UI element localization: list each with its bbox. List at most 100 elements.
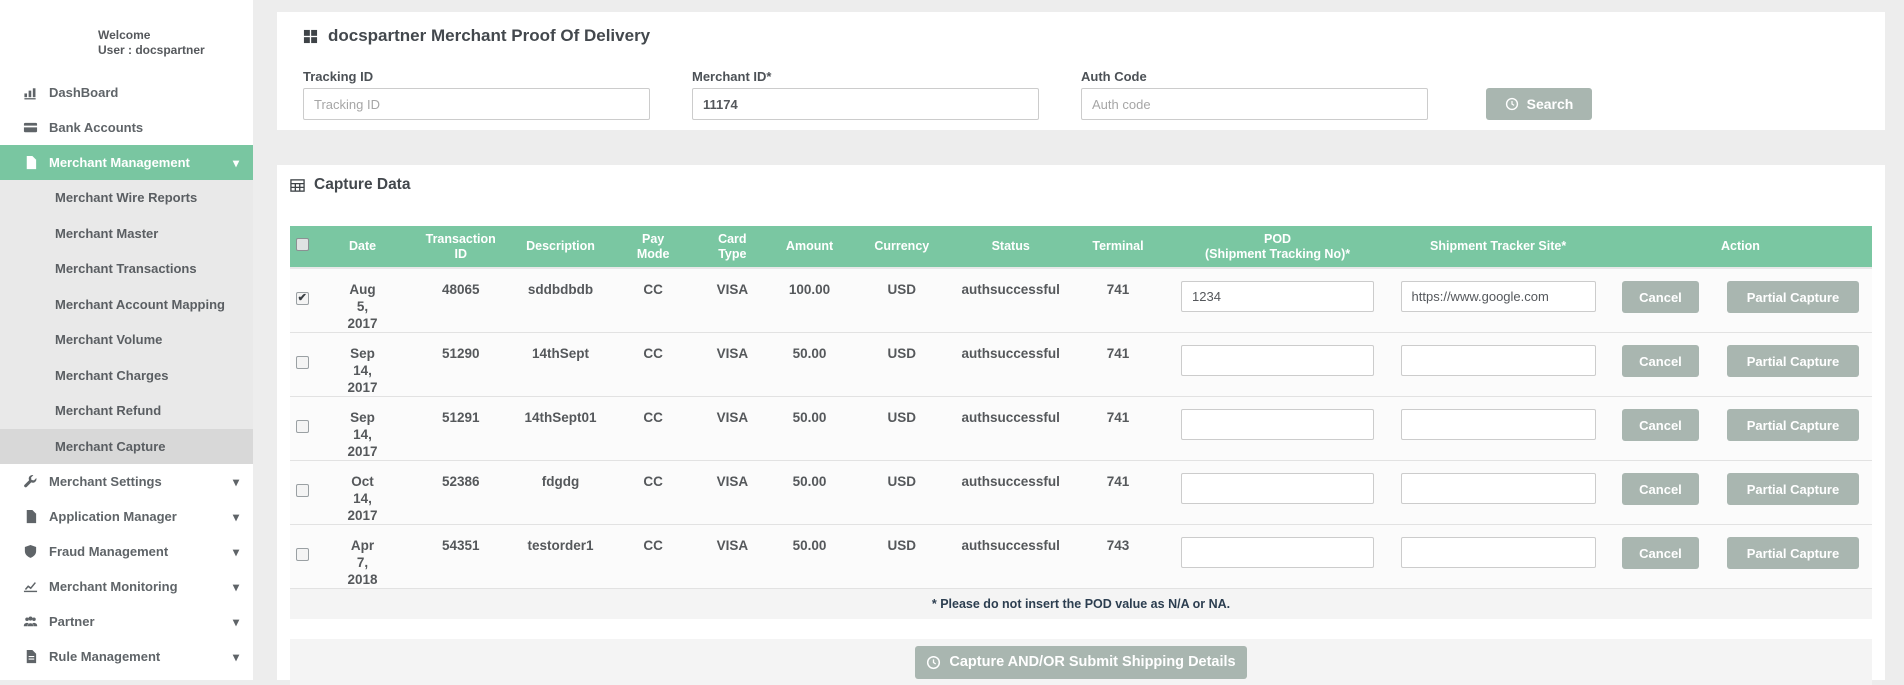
cell-status: authsuccessful	[953, 397, 1068, 461]
credit-card-icon	[22, 120, 38, 136]
sidebar-item-dashboard[interactable]: DashBoard	[0, 75, 253, 110]
welcome-user: User : docspartner	[98, 43, 253, 58]
tracker-input[interactable]	[1401, 409, 1596, 440]
partial-capture-button[interactable]: Partial Capture	[1727, 345, 1859, 377]
line-chart-icon	[22, 579, 38, 595]
cell-transaction-id: 51291	[411, 397, 511, 461]
cancel-button[interactable]: Cancel	[1622, 537, 1699, 569]
row-checkbox[interactable]	[296, 484, 309, 497]
sidebar-subitem-merchant-transactions[interactable]: Merchant Transactions	[0, 251, 253, 287]
partial-capture-button[interactable]: Partial Capture	[1727, 281, 1859, 313]
shield-icon	[22, 544, 38, 560]
merchant-management-submenu: Merchant Wire ReportsMerchant MasterMerc…	[0, 180, 253, 464]
clock-icon	[926, 655, 941, 670]
cell-description: fdgdg	[511, 461, 611, 525]
cell-card-type: VISA	[696, 333, 769, 397]
search-button[interactable]: Search	[1486, 88, 1592, 120]
tracker-input[interactable]	[1401, 537, 1596, 568]
cell-pay-mode: CC	[610, 397, 696, 461]
cell-card-type: VISA	[696, 397, 769, 461]
auth-code-input[interactable]	[1081, 88, 1428, 120]
sidebar-item-merchant-monitoring[interactable]: Merchant Monitoring ▾	[0, 569, 253, 604]
sidebar-item-bank-accounts[interactable]: Bank Accounts	[0, 110, 253, 145]
th-large-icon	[303, 29, 318, 44]
cell-date: Apr7,2018	[314, 525, 411, 589]
sidebar-item-label: Merchant Management	[49, 155, 190, 170]
table-row: Apr7,201854351testorder1CCVISA50.00USDau…	[290, 525, 1872, 589]
cell-pay-mode: CC	[610, 525, 696, 589]
pod-input[interactable]	[1181, 473, 1374, 504]
col-header-terminal: Terminal	[1068, 226, 1168, 268]
submit-row: Capture AND/OR Submit Shipping Details	[290, 639, 1872, 685]
cell-terminal: 741	[1068, 461, 1168, 525]
sidebar-subitem-merchant-volume[interactable]: Merchant Volume	[0, 322, 253, 358]
capture-submit-button[interactable]: Capture AND/OR Submit Shipping Details	[915, 646, 1247, 679]
cell-date: Aug5,2017	[314, 268, 411, 333]
row-checkbox[interactable]	[296, 292, 309, 305]
sidebar-item-rule-management[interactable]: Rule Management▾	[0, 639, 253, 674]
select-all-checkbox[interactable]	[296, 238, 309, 251]
merchant-id-field: Merchant ID*	[692, 69, 1081, 120]
cancel-button[interactable]: Cancel	[1622, 473, 1699, 505]
tracker-input[interactable]	[1401, 281, 1596, 312]
cell-status: authsuccessful	[953, 525, 1068, 589]
sidebar-subitem-merchant-master[interactable]: Merchant Master	[0, 216, 253, 252]
cell-transaction-id: 51290	[411, 333, 511, 397]
col-header-shipment-tracker-site: Shipment Tracker Site*	[1387, 226, 1609, 268]
tracking-id-input[interactable]	[303, 88, 650, 120]
col-header-card-type: CardType	[696, 226, 769, 268]
sidebar-subitem-merchant-account-mapping[interactable]: Merchant Account Mapping	[0, 287, 253, 323]
proof-of-delivery-panel: docspartner Merchant Proof Of Delivery T…	[277, 12, 1885, 130]
cell-currency: USD	[850, 333, 953, 397]
cell-card-type: VISA	[696, 525, 769, 589]
merchant-id-input[interactable]	[692, 88, 1039, 120]
cell-card-type: VISA	[696, 461, 769, 525]
cell-terminal: 741	[1068, 397, 1168, 461]
cell-transaction-id: 54351	[411, 525, 511, 589]
wrench-icon	[22, 474, 38, 490]
chevron-down-icon: ▾	[233, 475, 239, 489]
cancel-button[interactable]: Cancel	[1622, 409, 1699, 441]
partial-capture-button[interactable]: Partial Capture	[1727, 537, 1859, 569]
cancel-button[interactable]: Cancel	[1622, 281, 1699, 313]
capture-table-body: Aug5,201748065sddbdbdbCCVISA100.00USDaut…	[290, 268, 1872, 589]
cell-date: Sep14,2017	[314, 397, 411, 461]
partial-capture-button[interactable]: Partial Capture	[1727, 473, 1859, 505]
sidebar-subitem-merchant-wire-reports[interactable]: Merchant Wire Reports	[0, 180, 253, 216]
row-checkbox[interactable]	[296, 420, 309, 433]
sidebar-item-merchant-management[interactable]: Merchant Management▾	[0, 145, 253, 180]
sidebar-item-fraud-management[interactable]: Fraud Management▾	[0, 534, 253, 569]
cell-date: Oct14,2017	[314, 461, 411, 525]
cancel-button[interactable]: Cancel	[1622, 345, 1699, 377]
file-icon	[22, 509, 38, 525]
sidebar-item-partner[interactable]: Partner▾	[0, 604, 253, 639]
sidebar-item-application-manager[interactable]: Application Manager▾	[0, 499, 253, 534]
users-icon	[22, 614, 38, 630]
col-header-date: Date	[314, 226, 411, 268]
chevron-down-icon: ▾	[233, 615, 239, 629]
col-header-status: Status	[953, 226, 1068, 268]
pod-input[interactable]	[1181, 409, 1374, 440]
chevron-down-icon: ▾	[233, 545, 239, 559]
sidebar-subitem-merchant-charges[interactable]: Merchant Charges	[0, 358, 253, 394]
row-checkbox[interactable]	[296, 548, 309, 561]
cell-pay-mode: CC	[610, 333, 696, 397]
row-checkbox[interactable]	[296, 356, 309, 369]
pod-input[interactable]	[1181, 281, 1374, 312]
cell-description: sddbdbdb	[511, 268, 611, 333]
sidebar-item-merchant-settings[interactable]: Merchant Settings▾	[0, 464, 253, 499]
chevron-down-icon: ▾	[233, 580, 239, 594]
sidebar-nav: DashBoardBank AccountsMerchant Managemen…	[0, 75, 253, 674]
tracker-input[interactable]	[1401, 473, 1596, 504]
tracker-input[interactable]	[1401, 345, 1596, 376]
sidebar-item-label: Merchant Monitoring	[49, 579, 178, 594]
merchant-id-label: Merchant ID*	[692, 69, 1039, 84]
sidebar-subitem-merchant-refund[interactable]: Merchant Refund	[0, 393, 253, 429]
cell-date: Sep14,2017	[314, 333, 411, 397]
pod-input[interactable]	[1181, 537, 1374, 568]
cell-currency: USD	[850, 268, 953, 333]
pod-input[interactable]	[1181, 345, 1374, 376]
cell-terminal: 741	[1068, 268, 1168, 333]
sidebar-subitem-merchant-capture[interactable]: Merchant Capture	[0, 429, 253, 465]
partial-capture-button[interactable]: Partial Capture	[1727, 409, 1859, 441]
